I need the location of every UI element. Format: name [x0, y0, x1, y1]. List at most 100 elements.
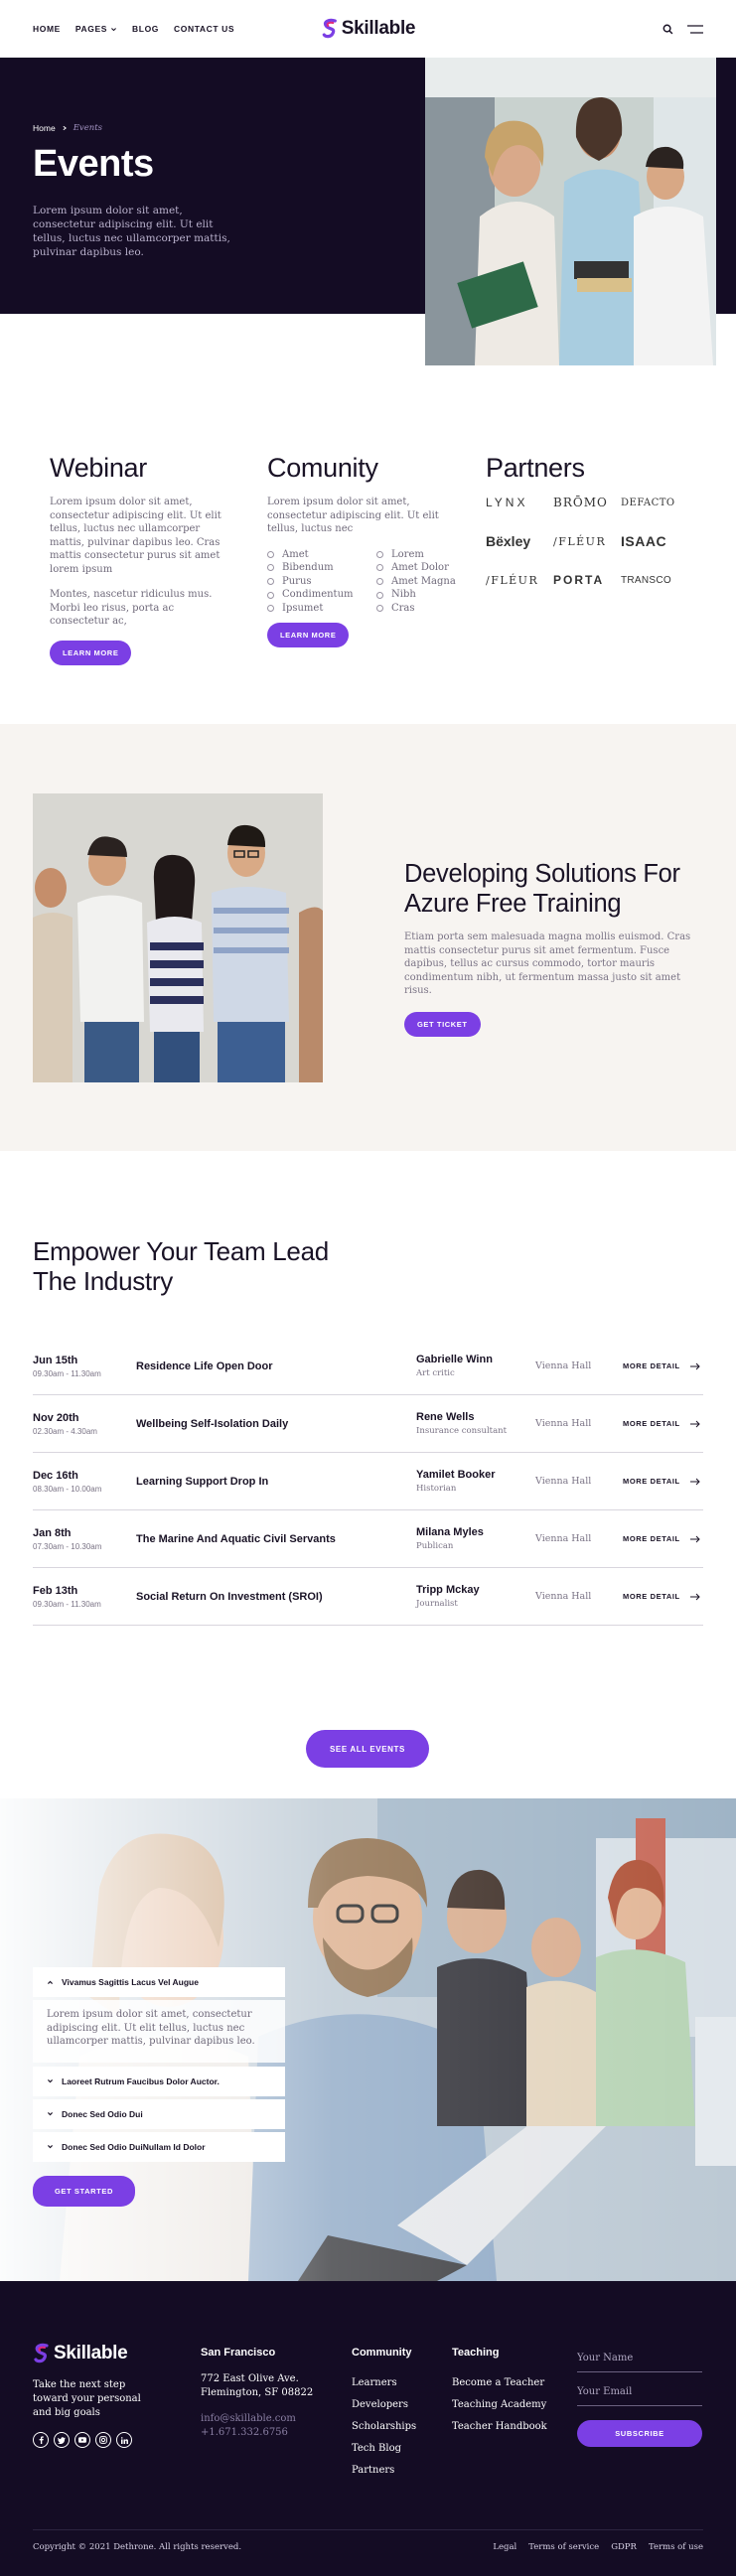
nav-pages[interactable]: PAGES: [75, 24, 117, 34]
footer-link-learners[interactable]: Learners: [352, 2372, 416, 2394]
more-detail-link[interactable]: MORE DETAIL: [623, 1419, 700, 1428]
name-field[interactable]: [577, 2353, 702, 2372]
footer-link-developers[interactable]: Developers: [352, 2394, 416, 2416]
breadcrumb-current: Events: [73, 123, 102, 133]
get-ticket-button[interactable]: GET TICKET: [404, 1011, 481, 1037]
subscribe-button[interactable]: SUBSCRIBE: [577, 2420, 702, 2447]
partner-logo-lynx[interactable]: LYNX: [486, 496, 553, 509]
info-section: Webinar Lorem ipsum dolor sit amet, cons…: [0, 314, 736, 724]
footer-link-scholarships[interactable]: Scholarships: [352, 2416, 416, 2438]
azure-title: Developing Solutions For Azure Free Trai…: [404, 860, 680, 918]
webinar-learn-more-button[interactable]: LEARN MORE: [50, 640, 132, 665]
partner-logo-fleur[interactable]: /FLÉUR: [553, 535, 621, 548]
more-detail-link[interactable]: MORE DETAIL: [623, 1477, 700, 1486]
event-date: Jun 15th 09.30am - 11.30am: [33, 1355, 136, 1378]
more-detail-link[interactable]: MORE DETAIL: [623, 1534, 700, 1543]
get-started-button[interactable]: GET STARTED: [33, 2176, 135, 2207]
event-row[interactable]: Feb 13th 09.30am - 11.30am Social Return …: [33, 1568, 703, 1626]
chevron-down-icon: [48, 2079, 53, 2083]
legal-link[interactable]: Legal: [493, 2542, 516, 2552]
partner-logo-fleur-2[interactable]: /FLÉUR: [486, 574, 553, 587]
footer-logo[interactable]: Skillable: [33, 2343, 162, 2364]
linkedin-icon[interactable]: [116, 2432, 132, 2448]
faq-accordion: Vivamus Sagittis Lacus Vel Augue Lorem i…: [33, 1967, 285, 2165]
accordion-header[interactable]: Donec Sed Odio DuiNullam Id Dolor: [33, 2131, 285, 2162]
arrow-right-icon: [689, 1420, 700, 1427]
accordion-header-open[interactable]: Vivamus Sagittis Lacus Vel Augue: [33, 1967, 285, 1997]
page-title: Events: [33, 143, 154, 185]
event-row[interactable]: Nov 20th 02.30am - 4.30am Wellbeing Self-…: [33, 1395, 703, 1453]
footer-city: San Francisco: [201, 2347, 276, 2359]
footer-link-teaching-academy[interactable]: Teaching Academy: [452, 2394, 547, 2416]
terms-of-use-link[interactable]: Terms of use: [649, 2542, 703, 2552]
event-time: 09.30am - 11.30am: [33, 1599, 101, 1609]
webinar-column: Webinar Lorem ipsum dolor sit amet, cons…: [50, 453, 267, 724]
list-item: Lorem: [376, 548, 486, 562]
event-day: Jan 8th: [33, 1526, 72, 1539]
youtube-icon[interactable]: [74, 2432, 90, 2448]
main-nav: HOME PAGES BLOG CONTACT US: [33, 24, 234, 34]
more-detail-link[interactable]: MORE DETAIL: [623, 1361, 700, 1370]
footer-phone-link[interactable]: +1.671.332.6756: [201, 2426, 313, 2440]
event-row[interactable]: Dec 16th 08.30am - 10.00am Learning Suppo…: [33, 1453, 703, 1510]
accordion-title: Laoreet Rutrum Faucibus Dolor Auctor.: [62, 2075, 220, 2086]
accordion-header[interactable]: Donec Sed Odio Dui: [33, 2098, 285, 2129]
community-learn-more-button[interactable]: LEARN MORE: [267, 623, 350, 648]
nav-contact[interactable]: CONTACT US: [174, 24, 234, 34]
accordion-header[interactable]: Laoreet Rutrum Faucibus Dolor Auctor.: [33, 2066, 285, 2096]
event-date: Nov 20th 02.30am - 4.30am: [33, 1412, 136, 1436]
speaker-role: Art critic: [416, 1368, 455, 1378]
speaker-name: Tripp Mckay: [416, 1584, 480, 1596]
partner-logo-bexley[interactable]: Bëxley: [486, 533, 553, 549]
footer-link-tech-blog[interactable]: Tech Blog: [352, 2438, 416, 2460]
facebook-icon[interactable]: [33, 2432, 49, 2448]
menu-icon[interactable]: [687, 24, 703, 34]
event-speaker: Tripp Mckay Journalist: [416, 1584, 535, 1609]
more-detail-link[interactable]: MORE DETAIL: [623, 1592, 700, 1601]
newsletter-form: SUBSCRIBE: [577, 2353, 702, 2447]
webinar-text: Lorem ipsum dolor sit amet, consectetur …: [50, 497, 221, 575]
footer-brand: Skillable Take the next step toward your…: [33, 2343, 162, 2448]
twitter-icon[interactable]: [54, 2432, 70, 2448]
partners-column: Partners LYNX BRŌMO DEFACTO Bëxley /FLÉU…: [486, 453, 703, 724]
arrow-right-icon: [689, 1593, 700, 1600]
legal-links: Legal Terms of service GDPR Terms of use: [493, 2542, 703, 2552]
terms-of-service-link[interactable]: Terms of service: [528, 2542, 599, 2552]
search-icon[interactable]: [662, 24, 673, 35]
gdpr-link[interactable]: GDPR: [611, 2542, 637, 2552]
community-list-b: Lorem Amet Dolor Amet Magna Nibh Cras: [376, 548, 486, 616]
partner-logo-defacto[interactable]: DEFACTO: [621, 498, 688, 508]
email-field[interactable]: [577, 2386, 702, 2406]
chevron-up-icon: [48, 1980, 53, 1984]
arrow-right-icon: [689, 1478, 700, 1485]
see-all-events-button[interactable]: SEE ALL EVENTS: [306, 1730, 429, 1768]
list-item: Condimentum: [267, 588, 376, 602]
footer-email-link[interactable]: info@skillable.com: [201, 2412, 313, 2426]
site-footer: Skillable Take the next step toward your…: [0, 2281, 736, 2576]
event-row[interactable]: Jun 15th 09.30am - 11.30am Residence Life…: [33, 1338, 703, 1395]
nav-blog[interactable]: BLOG: [132, 24, 159, 34]
partner-logo-isaac[interactable]: ISAAC: [621, 533, 688, 549]
instagram-icon[interactable]: [95, 2432, 111, 2448]
breadcrumb-home[interactable]: Home: [33, 123, 56, 133]
footer-tagline: Take the next step toward your personal …: [33, 2379, 141, 2418]
event-row[interactable]: Jan 8th 07.30am - 10.30am The Marine And …: [33, 1510, 703, 1568]
footer-link-partners[interactable]: Partners: [352, 2460, 416, 2482]
arrow-right-icon: [689, 1535, 700, 1542]
event-date: Dec 16th 08.30am - 10.00am: [33, 1470, 136, 1494]
list-item: Amet Magna: [376, 575, 486, 589]
azure-content: Developing Solutions For Azure Free Trai…: [404, 859, 702, 1037]
nav-home[interactable]: HOME: [33, 24, 61, 34]
footer-link-teacher-handbook[interactable]: Teacher Handbook: [452, 2416, 547, 2438]
event-speaker: Yamilet Booker Historian: [416, 1469, 535, 1494]
partner-logo-porta[interactable]: PORTA: [553, 573, 621, 587]
students-photo: [33, 793, 323, 1082]
event-time: 07.30am - 10.30am: [33, 1541, 102, 1551]
partner-logo-transco[interactable]: TRANSCO: [621, 575, 688, 586]
footer-link-become-teacher[interactable]: Become a Teacher: [452, 2372, 547, 2394]
community-list-a: Amet Bibendum Purus Condimentum Ipsumet: [267, 548, 376, 616]
brand-logo[interactable]: Skillable: [321, 18, 416, 40]
list-item: Purus: [267, 575, 376, 589]
partner-logo-bromo[interactable]: BRŌMO: [553, 496, 621, 509]
event-title: The Marine And Aquatic Civil Servants: [136, 1532, 336, 1545]
